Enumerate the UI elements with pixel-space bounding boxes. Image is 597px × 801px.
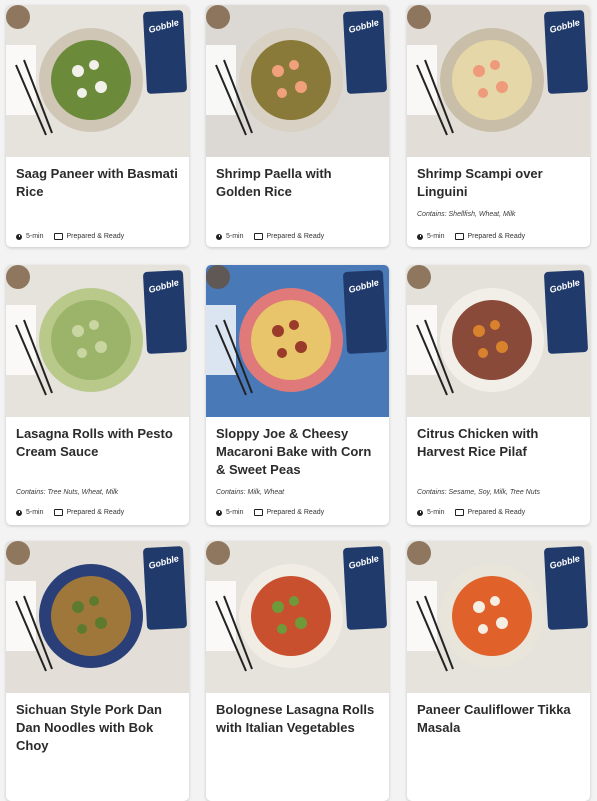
meal-photo[interactable]: Gobble	[6, 5, 189, 157]
brand-name: Gobble	[147, 277, 180, 295]
gobble-logo: Gobble	[543, 546, 589, 630]
container-icon	[454, 233, 464, 240]
meal-title[interactable]: Sichuan Style Pork Dan Dan Noodles with …	[16, 701, 179, 755]
meal-meta: 5-min Prepared & Ready	[417, 509, 525, 516]
gobble-logo: Gobble	[142, 270, 188, 354]
meal-card[interactable]: Gobble Shrimp Paella with Golden Rice 5-mi…	[206, 5, 389, 247]
gobble-logo: Gobble	[142, 10, 188, 94]
meal-title[interactable]: Shrimp Paella with Golden Rice	[216, 165, 379, 201]
meal-photo[interactable]: Gobble	[407, 5, 590, 157]
clock-icon	[417, 509, 423, 516]
meal-card[interactable]: Gobble Bolognese Lasagna Rolls with Itali…	[206, 541, 389, 801]
brand-name: Gobble	[347, 553, 380, 571]
meal-title[interactable]: Saag Paneer with Basmati Rice	[16, 165, 179, 201]
gobble-logo: Gobble	[342, 546, 388, 630]
brand-name: Gobble	[147, 553, 180, 571]
container-icon	[454, 509, 464, 516]
clock-icon	[417, 233, 423, 240]
meal-photo[interactable]: Gobble	[6, 541, 189, 693]
meal-title[interactable]: Shrimp Scampi over Linguini	[417, 165, 580, 201]
brand-name: Gobble	[347, 277, 380, 295]
prep-time: 5-min	[26, 509, 44, 516]
meal-card[interactable]: Gobble Citrus Chicken with Harvest Rice P…	[407, 265, 590, 525]
prep-time: 5-min	[226, 509, 244, 516]
meal-type: Prepared & Ready	[467, 509, 526, 516]
clock-icon	[16, 509, 22, 516]
brand-name: Gobble	[548, 277, 581, 295]
brand-name: Gobble	[548, 553, 581, 571]
prep-time: 5-min	[226, 233, 244, 240]
meal-card[interactable]: Gobble Paneer Cauliflower Tikka Masala	[407, 541, 590, 801]
container-icon	[53, 509, 63, 516]
meal-meta: 5-min Prepared & Ready	[216, 509, 324, 516]
meal-title[interactable]: Paneer Cauliflower Tikka Masala	[417, 701, 580, 737]
allergen-info: Contains: Tree Nuts, Wheat, Milk	[16, 489, 119, 496]
meal-type: Prepared & Ready	[467, 233, 526, 240]
container-icon	[53, 233, 63, 240]
gobble-logo: Gobble	[142, 546, 188, 630]
meal-card[interactable]: Gobble Sichuan Style Pork Dan Dan Noodles…	[6, 541, 189, 801]
prep-time: 5-min	[427, 233, 445, 240]
meal-photo[interactable]: Gobble	[206, 541, 389, 693]
container-icon	[253, 233, 263, 240]
allergen-info: Contains: Sesame, Soy, Milk, Tree Nuts	[417, 489, 541, 496]
meal-type: Prepared & Ready	[266, 509, 325, 516]
meal-photo[interactable]: Gobble	[407, 541, 590, 693]
clock-icon	[216, 509, 222, 516]
meal-title[interactable]: Lasagna Rolls with Pesto Cream Sauce	[16, 425, 179, 461]
meal-card[interactable]: Gobble Shrimp Scampi over Linguini Contain…	[407, 5, 590, 247]
meal-meta: 5-min Prepared & Ready	[216, 233, 324, 240]
meal-photo[interactable]: Gobble	[6, 265, 189, 417]
allergen-info: Contains: Milk, Wheat	[216, 489, 285, 496]
meal-photo[interactable]: Gobble	[407, 265, 590, 417]
meal-card[interactable]: Gobble Saag Paneer with Basmati Rice 5-min…	[6, 5, 189, 247]
meal-title[interactable]: Bolognese Lasagna Rolls with Italian Veg…	[216, 701, 379, 737]
container-icon	[253, 509, 263, 516]
gobble-logo: Gobble	[342, 10, 388, 94]
prep-time: 5-min	[26, 233, 44, 240]
clock-icon	[16, 233, 22, 240]
meal-type: Prepared & Ready	[266, 233, 325, 240]
meal-title[interactable]: Citrus Chicken with Harvest Rice Pilaf	[417, 425, 580, 461]
gobble-logo: Gobble	[543, 270, 589, 354]
clock-icon	[216, 233, 222, 240]
gobble-logo: Gobble	[543, 10, 589, 94]
brand-name: Gobble	[347, 17, 380, 35]
meal-type: Prepared & Ready	[66, 233, 125, 240]
meal-card[interactable]: Gobble Lasagna Rolls with Pesto Cream Sau…	[6, 265, 189, 525]
allergen-info: Contains: Shellfish, Wheat, Milk	[417, 211, 516, 218]
meal-meta: 5-min Prepared & Ready	[16, 233, 124, 240]
meal-meta: 5-min Prepared & Ready	[417, 233, 525, 240]
meal-title[interactable]: Sloppy Joe & Cheesy Macaroni Bake with C…	[216, 425, 379, 479]
meal-card[interactable]: Gobble Sloppy Joe & Cheesy Macaroni Bake …	[206, 265, 389, 525]
brand-name: Gobble	[147, 17, 180, 35]
brand-name: Gobble	[548, 17, 581, 35]
meal-meta: 5-min Prepared & Ready	[16, 509, 124, 516]
prep-time: 5-min	[427, 509, 445, 516]
gobble-logo: Gobble	[342, 270, 388, 354]
meal-photo[interactable]: Gobble	[206, 265, 389, 417]
meal-type: Prepared & Ready	[66, 509, 125, 516]
meal-photo[interactable]: Gobble	[206, 5, 389, 157]
